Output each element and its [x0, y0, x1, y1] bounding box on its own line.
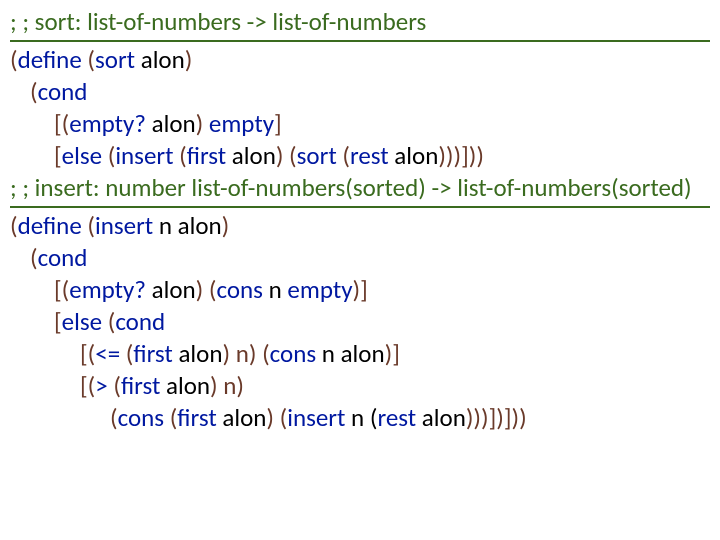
- paren: )))])])): [466, 402, 527, 433]
- fn-empty-pred: empty?: [69, 274, 146, 305]
- fn-sort: sort: [297, 140, 337, 171]
- fn-insert: insert: [115, 140, 173, 171]
- paren: (: [174, 140, 187, 171]
- param-alon: alon: [146, 108, 196, 139]
- const-empty: empty: [209, 108, 274, 139]
- cond-line: (cond: [10, 242, 710, 274]
- fn-first: first: [133, 338, 172, 369]
- keyword-define: define: [18, 210, 82, 241]
- fn-rest: rest: [350, 140, 389, 171]
- fn-empty-pred: empty?: [69, 108, 146, 139]
- paren: (: [10, 210, 18, 241]
- paren: ): [196, 108, 209, 139]
- paren: (: [108, 370, 121, 401]
- paren: ): [185, 44, 193, 75]
- comment-sort: ; ; sort: list-of-numbers -> list-of-num…: [10, 6, 710, 42]
- paren: (: [30, 242, 38, 273]
- else-clause: [else (insert (first alon) (sort (rest a…: [10, 140, 710, 172]
- bracket: [(: [80, 338, 95, 369]
- empty-clause: [(empty? alon) (cons n empty)]: [10, 274, 710, 306]
- keyword-define: define: [18, 44, 82, 75]
- param-alon: alon: [160, 370, 210, 401]
- paren: (: [164, 402, 177, 433]
- keyword-cond: cond: [115, 306, 165, 337]
- lte-clause: [(<= (first alon) n) (cons n alon)]: [10, 338, 710, 370]
- code-slide: ; ; sort: list-of-numbers -> list-of-num…: [0, 0, 720, 444]
- fn-insert: insert: [95, 210, 153, 241]
- param-n-alon: n alon: [153, 210, 221, 241]
- paren: (: [10, 44, 18, 75]
- fn-first: first: [187, 140, 226, 171]
- else-clause: [else (cond: [10, 306, 710, 338]
- paren: )]: [353, 274, 368, 305]
- param-alon: alon: [389, 140, 439, 171]
- param-alon: alon: [146, 274, 196, 305]
- fn-first: first: [177, 402, 216, 433]
- paren: (: [102, 306, 115, 337]
- param-n-alon: n alon: [316, 338, 384, 369]
- param-alon: alon: [226, 140, 276, 171]
- paren: ) n) (: [222, 338, 269, 369]
- fn-gt: >: [95, 370, 107, 401]
- paren: (: [102, 140, 115, 171]
- paren: (: [82, 44, 95, 75]
- fn-cons: cons: [216, 274, 262, 305]
- keyword-cond: cond: [38, 242, 88, 273]
- bracket: [(: [80, 370, 95, 401]
- bracket: [: [54, 306, 62, 337]
- paren: (: [82, 210, 95, 241]
- paren: ) (: [266, 402, 287, 433]
- cond-line: (cond: [10, 76, 710, 108]
- paren: ) (: [276, 140, 297, 171]
- fn-cons: cons: [118, 402, 164, 433]
- bracket: [(: [54, 274, 69, 305]
- sort-define-line: (define (sort alon): [10, 44, 710, 76]
- empty-clause: [(empty? alon) empty]: [10, 108, 710, 140]
- paren: )))])): [438, 140, 484, 171]
- param-n: n: [263, 274, 287, 305]
- paren: (: [337, 140, 350, 171]
- cons-recurse: (cons (first alon) (insert n (rest alon)…: [10, 402, 710, 434]
- bracket: ]: [274, 108, 282, 139]
- insert-define-line: (define (insert n alon): [10, 210, 710, 242]
- param-alon: alon: [135, 44, 185, 75]
- keyword-cond: cond: [38, 76, 88, 107]
- paren: ) (: [196, 274, 217, 305]
- keyword-else: else: [62, 140, 102, 171]
- comment-insert: ; ; insert: number list-of-numbers(sorte…: [10, 172, 710, 208]
- paren: )]: [385, 338, 400, 369]
- fn-insert: insert: [287, 402, 345, 433]
- param-alon: alon: [217, 402, 267, 433]
- bracket: [(: [54, 108, 69, 139]
- fn-lte: <=: [95, 338, 120, 369]
- keyword-else: else: [62, 306, 102, 337]
- bracket: [: [54, 140, 62, 171]
- paren: (: [110, 402, 118, 433]
- fn-sort: sort: [95, 44, 135, 75]
- param-alon: alon: [416, 402, 466, 433]
- fn-rest: rest: [377, 402, 416, 433]
- fn-cons: cons: [270, 338, 316, 369]
- const-empty: empty: [287, 274, 352, 305]
- param-alon: alon: [173, 338, 223, 369]
- paren: ): [222, 210, 230, 241]
- paren: ) n): [210, 370, 244, 401]
- paren: (: [120, 338, 133, 369]
- param-n: n (: [345, 402, 377, 433]
- gt-clause: [(> (first alon) n): [10, 370, 710, 402]
- fn-first: first: [121, 370, 160, 401]
- paren: (: [30, 76, 38, 107]
